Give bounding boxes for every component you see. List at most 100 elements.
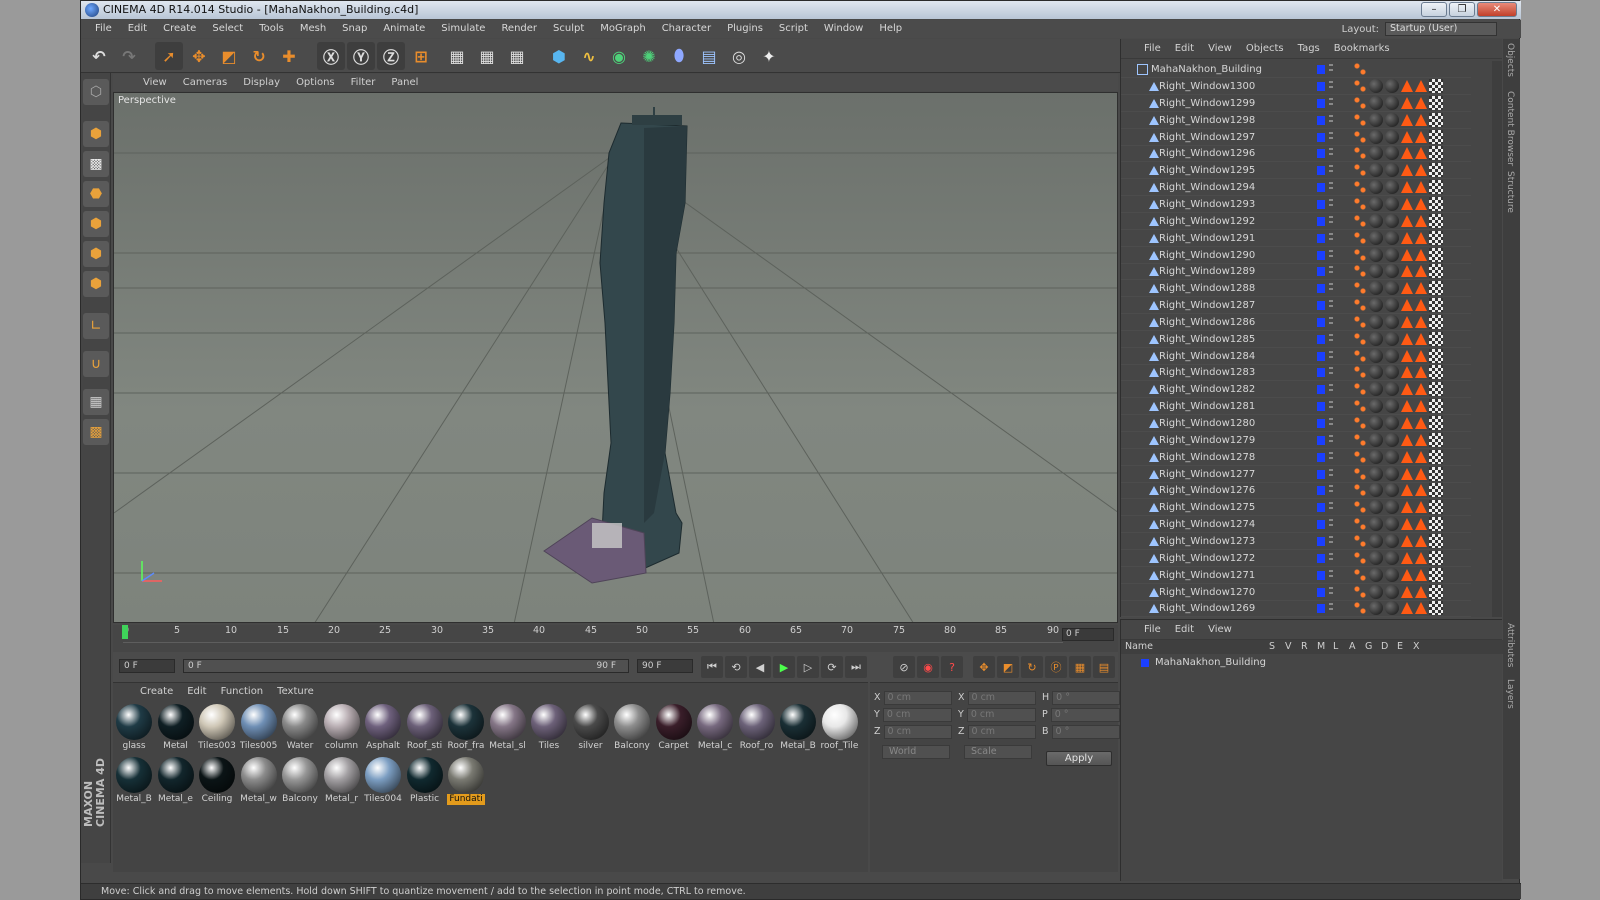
material-tag-icon[interactable] bbox=[1385, 365, 1399, 380]
material-tag-icon[interactable] bbox=[1385, 146, 1399, 161]
nurbs-icon[interactable]: ◉ bbox=[605, 42, 633, 70]
texture-tag-icon[interactable] bbox=[1415, 551, 1427, 564]
material-tag-icon[interactable] bbox=[1385, 348, 1399, 363]
material-swatch[interactable]: Asphalt bbox=[364, 703, 402, 753]
menu-mograph[interactable]: MoGraph bbox=[592, 20, 653, 38]
material-swatch[interactable]: Roof_fra bbox=[447, 703, 485, 753]
object-row[interactable]: Right_Window1290 bbox=[1121, 247, 1471, 264]
timeline-ruler[interactable]: 0 5 10 15 20 25 30 35 40 45 50 55 60 65 … bbox=[113, 625, 1118, 653]
om-menu-edit[interactable]: Edit bbox=[1168, 39, 1201, 58]
visibility-dots-icon[interactable] bbox=[1329, 316, 1333, 327]
material-swatch[interactable]: Tiles004 bbox=[364, 756, 402, 806]
material-swatch[interactable]: Metal bbox=[157, 703, 195, 753]
menu-mesh[interactable]: Mesh bbox=[292, 20, 334, 38]
phong-tag-icon[interactable] bbox=[1353, 466, 1367, 481]
material-tag-icon[interactable] bbox=[1385, 264, 1399, 279]
material-tag-icon[interactable] bbox=[1369, 281, 1383, 296]
visibility-dots-icon[interactable] bbox=[1329, 300, 1333, 311]
menu-tools[interactable]: Tools bbox=[251, 20, 292, 38]
autokey-icon[interactable]: ? bbox=[941, 656, 963, 678]
object-root-row[interactable]: MahaNakhon_Building bbox=[1121, 61, 1471, 78]
live-selection-icon[interactable]: ➚ bbox=[155, 42, 183, 70]
material-tag-icon[interactable] bbox=[1369, 79, 1383, 93]
uvw-tag-icon[interactable] bbox=[1429, 449, 1443, 464]
menu-render[interactable]: Render bbox=[493, 20, 545, 38]
texture-tag-icon[interactable] bbox=[1415, 164, 1427, 177]
close-button[interactable]: ✕ bbox=[1477, 2, 1517, 17]
material-tag-icon[interactable] bbox=[1385, 500, 1399, 515]
material-tag-icon[interactable] bbox=[1385, 112, 1399, 127]
menu-snap[interactable]: Snap bbox=[334, 20, 375, 38]
tab-layers[interactable]: Layers bbox=[1505, 679, 1515, 709]
material-menu-texture[interactable]: Texture bbox=[270, 683, 321, 701]
texture-tag-icon[interactable] bbox=[1415, 417, 1427, 429]
workplane-icon[interactable]: ⬣ bbox=[83, 181, 109, 207]
visibility-dots-icon[interactable] bbox=[1329, 401, 1333, 412]
material-swatch[interactable]: silver bbox=[572, 703, 610, 753]
material-tag-icon[interactable] bbox=[1369, 95, 1383, 110]
menu-animate[interactable]: Animate bbox=[375, 20, 433, 38]
light-icon[interactable]: ✦ bbox=[755, 42, 783, 70]
object-row[interactable]: Right_Window1269 bbox=[1121, 600, 1471, 617]
uvw-tag-icon[interactable] bbox=[1429, 331, 1443, 346]
layer-color-icon[interactable] bbox=[1317, 402, 1325, 412]
phong-tag-icon[interactable] bbox=[1353, 517, 1367, 532]
om-menu-objects[interactable]: Objects bbox=[1239, 39, 1291, 58]
texture-tag-icon[interactable] bbox=[1401, 450, 1413, 463]
texture-tag-icon[interactable] bbox=[1415, 585, 1427, 598]
material-tag-icon[interactable] bbox=[1385, 584, 1399, 599]
material-tag-icon[interactable] bbox=[1369, 348, 1383, 363]
object-row[interactable]: Right_Window1279 bbox=[1121, 432, 1471, 449]
material-tag-icon[interactable] bbox=[1369, 163, 1383, 178]
material-tag-icon[interactable] bbox=[1385, 196, 1399, 211]
object-row[interactable]: Right_Window1299 bbox=[1121, 95, 1471, 112]
make-editable-icon[interactable]: ⬡ bbox=[83, 79, 109, 105]
object-row[interactable]: Right_Window1288 bbox=[1121, 280, 1471, 298]
material-tag-icon[interactable] bbox=[1385, 79, 1399, 93]
object-row[interactable]: Right_Window1273 bbox=[1121, 533, 1471, 550]
array-icon[interactable]: ✺ bbox=[635, 42, 663, 70]
visibility-dots-icon[interactable] bbox=[1329, 485, 1333, 496]
uvw-tag-icon[interactable] bbox=[1429, 298, 1443, 313]
object-row[interactable]: Right_Window1281 bbox=[1121, 398, 1471, 416]
om-menu-view[interactable]: View bbox=[1201, 39, 1239, 58]
texture-tag-icon[interactable] bbox=[1415, 113, 1427, 126]
texture-tag-icon[interactable] bbox=[1401, 417, 1413, 429]
layer-color-icon[interactable] bbox=[1317, 486, 1325, 496]
material-tag-icon[interactable] bbox=[1385, 95, 1399, 110]
object-row[interactable]: Right_Window1292 bbox=[1121, 213, 1471, 230]
key-position-icon[interactable]: ✥ bbox=[973, 656, 995, 678]
uvw-tag-icon[interactable] bbox=[1429, 550, 1443, 565]
uvw-tag-icon[interactable] bbox=[1429, 584, 1443, 599]
next-key-icon[interactable]: ⟳ bbox=[821, 656, 843, 678]
menu-edit[interactable]: Edit bbox=[120, 20, 155, 38]
uvw-tag-icon[interactable] bbox=[1429, 432, 1443, 447]
start-frame-field[interactable]: 0 F bbox=[119, 659, 175, 673]
tab-objects[interactable]: Objects bbox=[1505, 43, 1515, 77]
texture-tag-icon[interactable] bbox=[1415, 265, 1427, 278]
cube-icon[interactable]: ⬢ bbox=[545, 42, 573, 70]
material-tag-icon[interactable] bbox=[1369, 247, 1383, 262]
visibility-dots-icon[interactable] bbox=[1329, 569, 1333, 580]
object-row[interactable]: Right_Window1277 bbox=[1121, 466, 1471, 483]
uvw-tag-icon[interactable] bbox=[1429, 533, 1443, 548]
texture-tag-icon[interactable] bbox=[1401, 484, 1413, 497]
visibility-dots-icon[interactable] bbox=[1329, 384, 1333, 395]
texture-tag-icon[interactable] bbox=[1401, 248, 1413, 261]
lm-menu-file[interactable]: File bbox=[1137, 620, 1168, 639]
material-tag-icon[interactable] bbox=[1385, 213, 1399, 228]
texture-tag-icon[interactable] bbox=[1415, 231, 1427, 244]
material-tag-icon[interactable] bbox=[1369, 298, 1383, 313]
tab-attributes[interactable]: Attributes bbox=[1505, 623, 1515, 667]
layer-color-icon[interactable] bbox=[1317, 267, 1325, 277]
material-swatch[interactable]: Metal_c bbox=[696, 703, 734, 753]
visibility-dots-icon[interactable] bbox=[1329, 165, 1333, 176]
visibility-dots-icon[interactable] bbox=[1329, 350, 1333, 361]
texture-tag-icon[interactable] bbox=[1401, 433, 1413, 446]
redo-icon[interactable]: ↷ bbox=[115, 42, 143, 70]
texture-tag-icon[interactable] bbox=[1415, 181, 1427, 194]
material-tag-icon[interactable] bbox=[1385, 567, 1399, 582]
material-swatch[interactable]: column bbox=[323, 703, 361, 753]
material-swatch[interactable]: Tiles bbox=[530, 703, 568, 753]
uvw-tag-icon[interactable] bbox=[1429, 382, 1443, 397]
